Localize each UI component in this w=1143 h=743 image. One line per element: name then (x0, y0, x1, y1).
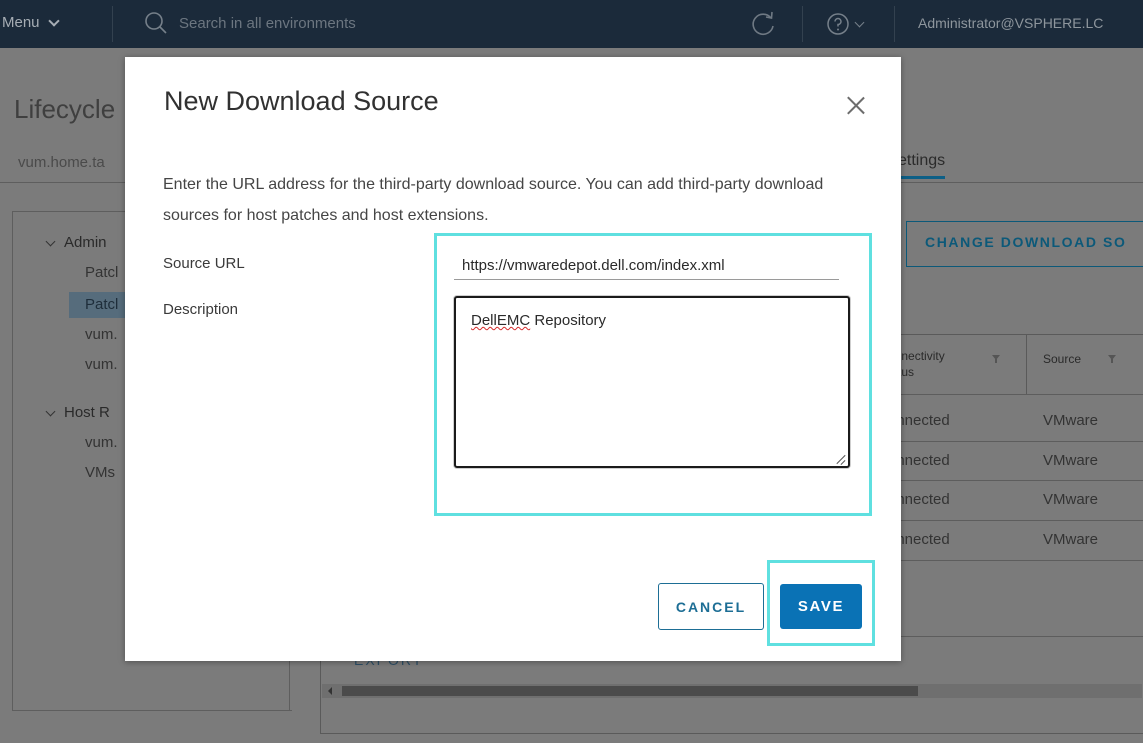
divider (1026, 334, 1027, 394)
help-menu[interactable] (826, 12, 865, 36)
dialog-title: New Download Source (164, 86, 439, 116)
divider (112, 6, 113, 42)
chevron-down-icon (45, 406, 56, 416)
tree-item[interactable]: VMs (85, 464, 115, 481)
column-header-source[interactable]: Source (1043, 352, 1081, 366)
source-url-input[interactable] (454, 252, 839, 280)
chevron-down-icon (45, 236, 56, 246)
menu-button[interactable]: Menu (2, 14, 60, 31)
close-icon[interactable] (846, 95, 866, 115)
tree-item[interactable]: Patcl (85, 264, 118, 281)
user-menu[interactable]: Administrator@VSPHERE.LC (918, 15, 1103, 31)
refresh-icon (752, 11, 774, 35)
cancel-button[interactable]: CANCEL (658, 583, 764, 630)
tree-item[interactable]: vum. (85, 326, 118, 343)
chevron-down-icon (47, 14, 60, 27)
top-navigation-bar: Menu Search in all environments Administ… (0, 0, 1143, 48)
resize-handle-icon[interactable] (836, 454, 846, 464)
cell-source: VMware (1043, 412, 1099, 429)
tree-group-label: Admin (64, 234, 107, 251)
tree-item[interactable]: vum. (85, 356, 118, 373)
cell-source: VMware (1043, 452, 1099, 469)
cell-source: VMware (1043, 531, 1099, 548)
new-download-source-dialog: New Download Source Enter the URL addres… (125, 57, 901, 661)
filter-icon[interactable] (1107, 354, 1117, 364)
save-button[interactable]: SAVE (780, 584, 862, 629)
divider (894, 6, 895, 42)
horizontal-scrollbar[interactable] (322, 684, 1142, 698)
change-download-source-button[interactable]: CHANGE DOWNLOAD SO (906, 221, 1143, 267)
tab-settings[interactable]: ettings (898, 152, 946, 179)
tree-item[interactable]: vum. (85, 434, 118, 451)
menu-label: Menu (2, 14, 40, 31)
description-textarea[interactable] (454, 296, 850, 468)
scrollbar-thumb[interactable] (342, 686, 918, 696)
scroll-left-icon[interactable] (328, 687, 332, 695)
search-placeholder: Search in all environments (179, 14, 356, 32)
chevron-down-icon (854, 17, 865, 27)
tree-group-label: Host R (64, 404, 110, 421)
cell-source: VMware (1043, 491, 1099, 508)
global-search[interactable]: Search in all environments (143, 10, 356, 36)
source-url-label: Source URL (163, 255, 245, 272)
dialog-description: Enter the URL address for the third-part… (163, 176, 824, 224)
tree-item-selected[interactable]: Patcl (69, 292, 129, 318)
divider (802, 6, 803, 42)
breadcrumb[interactable]: vum.home.ta (18, 154, 105, 171)
refresh-button[interactable] (748, 9, 778, 44)
page-title: Lifecycle (14, 94, 116, 124)
tree-group-host[interactable]: Host R (45, 404, 110, 421)
help-icon (827, 13, 849, 35)
tree-group-admin[interactable]: Admin (45, 234, 107, 251)
description-label: Description (163, 301, 239, 318)
filter-icon[interactable] (991, 354, 1001, 364)
search-icon (145, 12, 167, 34)
